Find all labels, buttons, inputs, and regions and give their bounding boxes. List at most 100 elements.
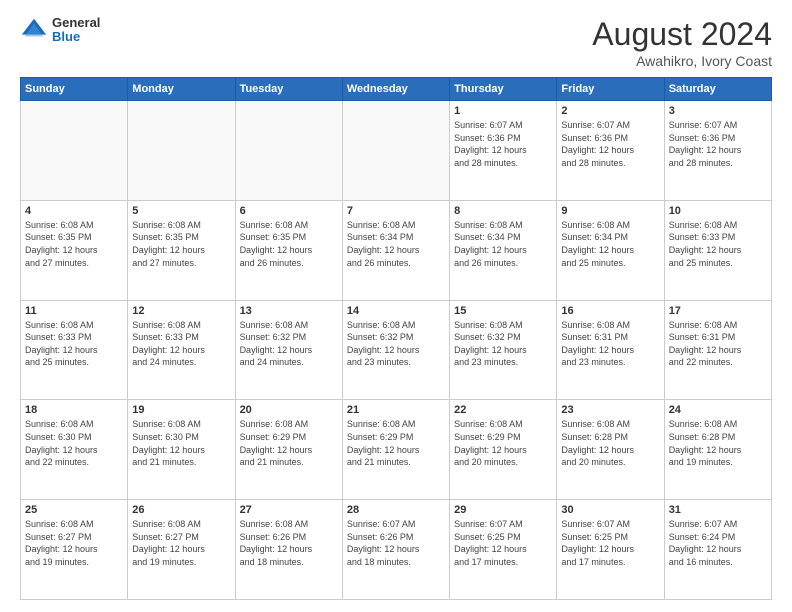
calendar-cell: 9 Sunrise: 6:08 AMSunset: 6:34 PMDaylight… xyxy=(557,200,664,300)
calendar-cell: 24Sunrise: 6:08 AMSunset: 6:28 PMDayligh… xyxy=(664,400,771,500)
weekday-header-row: SundayMondayTuesdayWednesdayThursdayFrid… xyxy=(21,78,772,101)
calendar-cell: 25 Sunrise: 6:08 AMSunset: 6:27 PMDayligh… xyxy=(21,500,128,600)
day-number: 6 xyxy=(240,205,338,217)
week-row-1: 1Sunrise: 6:07 AMSunset: 6:36 PMDaylight… xyxy=(21,101,772,201)
calendar-cell: 28 Sunrise: 6:07 AMSunset: 6:26 PMDayligh… xyxy=(342,500,449,600)
calendar-cell: 16 Sunrise: 6:08 AMSunset: 6:31 PMDayligh… xyxy=(557,300,664,400)
day-number: 28 xyxy=(347,504,445,516)
day-info: Sunrise: 6:07 AMSunset: 6:26 PMDaylight:… xyxy=(347,518,445,568)
day-info: Sunrise: 6:08 AMSunset: 6:35 PMDaylight:… xyxy=(240,219,338,269)
calendar-cell xyxy=(235,101,342,201)
day-number: 19 xyxy=(132,404,230,416)
calendar-cell: 5 Sunrise: 6:08 AMSunset: 6:35 PMDaylight… xyxy=(128,200,235,300)
day-number: 9 xyxy=(561,205,659,217)
weekday-header-monday: Monday xyxy=(128,78,235,101)
day-info: Sunrise: 6:08 AMSunset: 6:28 PMDaylight:… xyxy=(561,418,659,468)
calendar-cell: 29 Sunrise: 6:07 AMSunset: 6:25 PMDayligh… xyxy=(450,500,557,600)
day-info: Sunrise: 6:08 AMSunset: 6:29 PMDaylight:… xyxy=(347,418,445,468)
day-number: 8 xyxy=(454,205,552,217)
weekday-header-saturday: Saturday xyxy=(664,78,771,101)
week-row-5: 25 Sunrise: 6:08 AMSunset: 6:27 PMDayligh… xyxy=(21,500,772,600)
day-info: Sunrise: 6:08 AMSunset: 6:31 PMDaylight:… xyxy=(669,319,767,369)
day-info: Sunrise: 6:08 AMSunset: 6:35 PMDaylight:… xyxy=(25,219,123,269)
day-info: Sunrise: 6:08 AMSunset: 6:27 PMDaylight:… xyxy=(25,518,123,568)
day-number: 16 xyxy=(561,305,659,317)
calendar-cell xyxy=(342,101,449,201)
week-row-3: 11 Sunrise: 6:08 AMSunset: 6:33 PMDayligh… xyxy=(21,300,772,400)
title-block: August 2024 Awahikro, Ivory Coast xyxy=(592,16,772,69)
day-number: 3 xyxy=(669,105,767,117)
calendar-table: SundayMondayTuesdayWednesdayThursdayFrid… xyxy=(20,77,772,600)
day-number: 4 xyxy=(25,205,123,217)
day-number: 15 xyxy=(454,305,552,317)
calendar-cell: 14Sunrise: 6:08 AMSunset: 6:32 PMDayligh… xyxy=(342,300,449,400)
day-info: Sunrise: 6:07 AMSunset: 6:24 PMDaylight:… xyxy=(669,518,767,568)
calendar-cell: 19 Sunrise: 6:08 AMSunset: 6:30 PMDayligh… xyxy=(128,400,235,500)
calendar-cell: 27Sunrise: 6:08 AMSunset: 6:26 PMDayligh… xyxy=(235,500,342,600)
day-info: Sunrise: 6:08 AMSunset: 6:33 PMDaylight:… xyxy=(132,319,230,369)
calendar-cell: 30Sunrise: 6:07 AMSunset: 6:25 PMDayligh… xyxy=(557,500,664,600)
calendar-cell: 15 Sunrise: 6:08 AMSunset: 6:32 PMDayligh… xyxy=(450,300,557,400)
calendar-cell: 21Sunrise: 6:08 AMSunset: 6:29 PMDayligh… xyxy=(342,400,449,500)
day-info: Sunrise: 6:08 AMSunset: 6:28 PMDaylight:… xyxy=(669,418,767,468)
calendar-cell: 20Sunrise: 6:08 AMSunset: 6:29 PMDayligh… xyxy=(235,400,342,500)
day-number: 30 xyxy=(561,504,659,516)
weekday-header-friday: Friday xyxy=(557,78,664,101)
day-number: 29 xyxy=(454,504,552,516)
weekday-header-wednesday: Wednesday xyxy=(342,78,449,101)
calendar-cell: 12 Sunrise: 6:08 AMSunset: 6:33 PMDayligh… xyxy=(128,300,235,400)
calendar-cell: 18Sunrise: 6:08 AMSunset: 6:30 PMDayligh… xyxy=(21,400,128,500)
day-info: Sunrise: 6:08 AMSunset: 6:32 PMDaylight:… xyxy=(454,319,552,369)
day-info: Sunrise: 6:08 AMSunset: 6:35 PMDaylight:… xyxy=(132,219,230,269)
day-number: 31 xyxy=(669,504,767,516)
logo: General Blue xyxy=(20,16,100,45)
calendar-cell: 6 Sunrise: 6:08 AMSunset: 6:35 PMDaylight… xyxy=(235,200,342,300)
day-number: 17 xyxy=(669,305,767,317)
calendar-cell: 10Sunrise: 6:08 AMSunset: 6:33 PMDayligh… xyxy=(664,200,771,300)
weekday-header-thursday: Thursday xyxy=(450,78,557,101)
day-number: 23 xyxy=(561,404,659,416)
day-number: 5 xyxy=(132,205,230,217)
day-number: 11 xyxy=(25,305,123,317)
page: General Blue August 2024 Awahikro, Ivory… xyxy=(0,0,792,612)
day-info: Sunrise: 6:07 AMSunset: 6:36 PMDaylight:… xyxy=(454,119,552,169)
calendar-cell: 4 Sunrise: 6:08 AMSunset: 6:35 PMDaylight… xyxy=(21,200,128,300)
day-number: 25 xyxy=(25,504,123,516)
calendar-cell: 1Sunrise: 6:07 AMSunset: 6:36 PMDaylight… xyxy=(450,101,557,201)
day-info: Sunrise: 6:07 AMSunset: 6:36 PMDaylight:… xyxy=(669,119,767,169)
calendar-cell: 8Sunrise: 6:08 AMSunset: 6:34 PMDaylight… xyxy=(450,200,557,300)
day-number: 13 xyxy=(240,305,338,317)
calendar-location: Awahikro, Ivory Coast xyxy=(592,53,772,69)
calendar-cell: 3 Sunrise: 6:07 AMSunset: 6:36 PMDaylight… xyxy=(664,101,771,201)
day-info: Sunrise: 6:07 AMSunset: 6:25 PMDaylight:… xyxy=(454,518,552,568)
day-info: Sunrise: 6:08 AMSunset: 6:32 PMDaylight:… xyxy=(240,319,338,369)
calendar-cell: 11Sunrise: 6:08 AMSunset: 6:33 PMDayligh… xyxy=(21,300,128,400)
weekday-header-sunday: Sunday xyxy=(21,78,128,101)
day-number: 12 xyxy=(132,305,230,317)
day-info: Sunrise: 6:08 AMSunset: 6:29 PMDaylight:… xyxy=(454,418,552,468)
calendar-cell: 23 Sunrise: 6:08 AMSunset: 6:28 PMDayligh… xyxy=(557,400,664,500)
day-number: 14 xyxy=(347,305,445,317)
day-info: Sunrise: 6:08 AMSunset: 6:27 PMDaylight:… xyxy=(132,518,230,568)
day-info: Sunrise: 6:08 AMSunset: 6:30 PMDaylight:… xyxy=(132,418,230,468)
day-number: 22 xyxy=(454,404,552,416)
header: General Blue August 2024 Awahikro, Ivory… xyxy=(20,16,772,69)
day-info: Sunrise: 6:08 AMSunset: 6:26 PMDaylight:… xyxy=(240,518,338,568)
day-info: Sunrise: 6:08 AMSunset: 6:34 PMDaylight:… xyxy=(347,219,445,269)
calendar-cell: 26 Sunrise: 6:08 AMSunset: 6:27 PMDayligh… xyxy=(128,500,235,600)
day-number: 26 xyxy=(132,504,230,516)
calendar-title: August 2024 xyxy=(592,16,772,53)
day-info: Sunrise: 6:08 AMSunset: 6:29 PMDaylight:… xyxy=(240,418,338,468)
weekday-header-tuesday: Tuesday xyxy=(235,78,342,101)
calendar-cell: 22 Sunrise: 6:08 AMSunset: 6:29 PMDayligh… xyxy=(450,400,557,500)
day-info: Sunrise: 6:08 AMSunset: 6:34 PMDaylight:… xyxy=(561,219,659,269)
calendar-cell: 17 Sunrise: 6:08 AMSunset: 6:31 PMDayligh… xyxy=(664,300,771,400)
day-number: 18 xyxy=(25,404,123,416)
day-info: Sunrise: 6:07 AMSunset: 6:36 PMDaylight:… xyxy=(561,119,659,169)
logo-blue-text: Blue xyxy=(52,30,100,44)
day-number: 10 xyxy=(669,205,767,217)
calendar-cell: 2Sunrise: 6:07 AMSunset: 6:36 PMDaylight… xyxy=(557,101,664,201)
calendar-cell: 7Sunrise: 6:08 AMSunset: 6:34 PMDaylight… xyxy=(342,200,449,300)
day-info: Sunrise: 6:08 AMSunset: 6:31 PMDaylight:… xyxy=(561,319,659,369)
week-row-4: 18 Sunrise: 6:08 AMSunset: 6:30 PMDayligh… xyxy=(21,400,772,500)
